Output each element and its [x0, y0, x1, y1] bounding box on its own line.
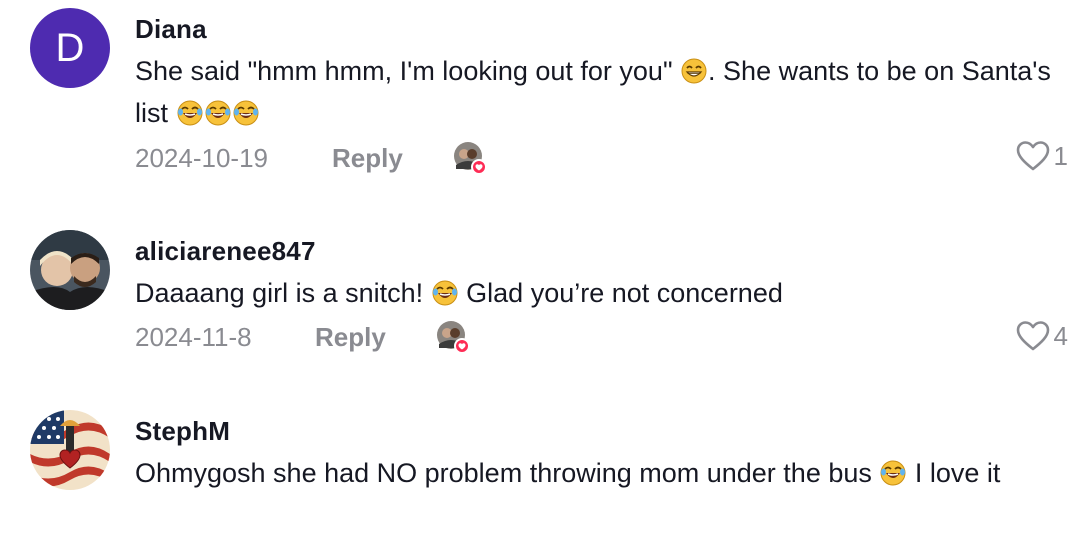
like-count: 4 — [1053, 320, 1068, 351]
comment-text: Ohmygosh she had NO problem throwing mom… — [135, 452, 1055, 494]
avatar-photo — [30, 410, 110, 490]
comment-meta: 2024-11-8 Reply — [135, 322, 1065, 358]
comment-meta: 2024-10-19 Reply — [135, 143, 1065, 179]
tears-of-joy-icon — [205, 100, 231, 126]
comment-username[interactable]: Diana — [135, 14, 207, 45]
reply-button[interactable]: Reply — [315, 322, 386, 353]
creator-liked-badge-icon — [436, 320, 470, 354]
comment-text: She said "hmm hmm, I'm looking out for y… — [135, 50, 1055, 134]
comment-date: 2024-10-19 — [135, 143, 268, 173]
heart-outline-icon — [1016, 320, 1050, 352]
heart-outline-icon — [1016, 140, 1050, 172]
comment-date: 2024-11-8 — [135, 322, 252, 352]
tears-of-joy-icon — [233, 100, 259, 126]
comment-username[interactable]: StephM — [135, 416, 230, 447]
avatar-letter: D — [55, 25, 85, 70]
tears-of-joy-icon — [880, 460, 906, 486]
comment-text-part: Ohmygosh she had NO problem throwing mom… — [135, 458, 880, 488]
comment-text-part: Daaaang girl is a snitch! — [135, 278, 431, 308]
avatar[interactable] — [30, 410, 110, 490]
like-button[interactable]: 4 — [1016, 320, 1068, 352]
avatar[interactable] — [30, 230, 110, 310]
tears-of-joy-icon — [432, 280, 458, 306]
comment-text-part: She said "hmm hmm, I'm looking out for y… — [135, 56, 681, 86]
grinning-face-icon — [681, 58, 707, 84]
avatar-photo — [30, 230, 110, 310]
avatar[interactable]: D — [30, 8, 110, 88]
like-count: 1 — [1053, 140, 1068, 171]
comment-item: StephM Ohmygosh she had NO problem throw… — [0, 400, 1086, 540]
tears-of-joy-icon — [177, 100, 203, 126]
comment-item: D Diana She said "hmm hmm, I'm looking o… — [0, 0, 1086, 200]
comment-text-part: Glad you’re not concerned — [458, 278, 783, 308]
reply-button[interactable]: Reply — [332, 143, 403, 174]
comment-text: Daaaang girl is a snitch! Glad you’re no… — [135, 272, 1055, 314]
comment-text-part: I love it — [907, 458, 1001, 488]
creator-liked-badge-icon — [453, 141, 487, 175]
comment-item: aliciarenee847 Daaaang girl is a snitch!… — [0, 220, 1086, 380]
comment-username[interactable]: aliciarenee847 — [135, 236, 316, 267]
like-button[interactable]: 1 — [1016, 140, 1068, 172]
